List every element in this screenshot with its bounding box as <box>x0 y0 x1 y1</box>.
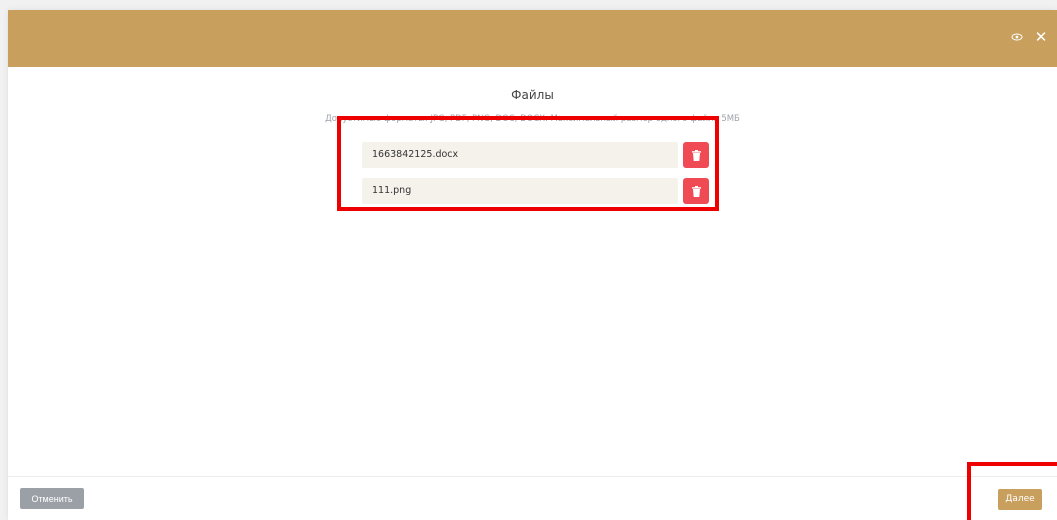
formats-hint: Допустимые форматы: JPG, PDF, PNG, DOC, … <box>325 114 740 124</box>
delete-file-button[interactable] <box>683 142 709 168</box>
files-modal: ✕ Файлы Допустимые форматы: JPG, PDF, PN… <box>8 10 1057 520</box>
modal-title: Файлы <box>511 88 554 102</box>
next-button[interactable]: Далее <box>998 489 1042 510</box>
file-name: 1663842125.docx <box>362 142 678 168</box>
delete-file-button[interactable] <box>683 178 709 204</box>
trash-icon <box>691 185 701 197</box>
eye-icon-graphic <box>1011 33 1023 41</box>
trash-icon <box>691 149 701 161</box>
footer-divider <box>8 476 1057 477</box>
file-name: 111.png <box>362 178 678 204</box>
file-row: 111.png <box>362 178 709 204</box>
modal-header: ✕ <box>8 10 1057 67</box>
file-list: 1663842125.docx 111.png <box>362 142 709 214</box>
file-row: 1663842125.docx <box>362 142 709 168</box>
close-icon[interactable]: ✕ <box>1032 28 1050 46</box>
eye-icon[interactable] <box>1011 33 1023 43</box>
cancel-button[interactable]: Отменить <box>20 488 84 509</box>
